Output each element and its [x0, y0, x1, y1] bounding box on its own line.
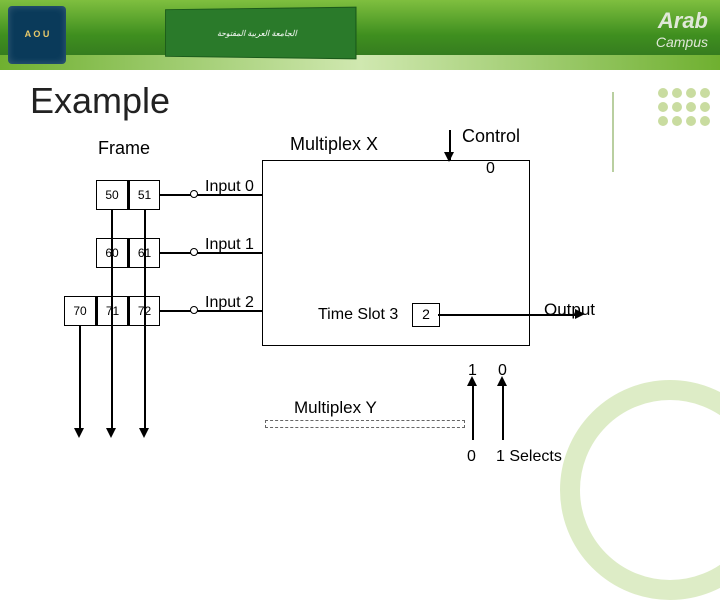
select-line-right [502, 382, 504, 440]
drop-line-0 [144, 210, 146, 434]
input0-junction [190, 190, 198, 198]
select-arrow-right [497, 376, 507, 386]
label-input0: Input 0 [205, 178, 254, 196]
input1-junction [190, 248, 198, 256]
label-control: Control [462, 126, 520, 147]
time-slot-box: 2 [412, 303, 440, 327]
page-title: Example [30, 80, 170, 122]
select-line-left [472, 382, 474, 440]
label-output: Output [544, 300, 595, 320]
label-time-slot: Time Slot 3 [318, 306, 398, 324]
logo-text: A O U [25, 30, 50, 40]
brand-line2: Campus [656, 34, 708, 50]
header-stripe [0, 55, 720, 70]
frame-cell: 51 [128, 180, 160, 210]
flag-text: الجامعة العربية المفتوحة [217, 28, 297, 37]
label-multiplex-x: Multiplex X [290, 134, 378, 155]
value-sel0: 0 [467, 448, 476, 466]
label-selects: 1 Selects [496, 448, 562, 466]
input2-junction [190, 306, 198, 314]
brand-line1: Arab [658, 8, 708, 34]
label-frame: Frame [98, 138, 150, 159]
multiplex-y-box [265, 420, 465, 428]
flag-graphic: الجامعة العربية المفتوحة [165, 7, 356, 60]
frame-cell: 50 [96, 180, 128, 210]
drop-line-0b [111, 210, 113, 434]
drop-arrow-0 [139, 428, 149, 438]
decorative-dots [658, 88, 710, 126]
time-slot-value: 2 [422, 306, 430, 322]
label-input1: Input 1 [205, 236, 254, 254]
drop-arrow-2 [74, 428, 84, 438]
decorative-line [612, 92, 614, 172]
drop-line-2 [79, 326, 81, 434]
label-multiplex-y: Multiplex Y [294, 398, 377, 418]
select-arrow-left [467, 376, 477, 386]
frame-row-0: 50 51 [96, 180, 160, 210]
label-input2: Input 2 [205, 294, 254, 312]
logo-aou: A O U [8, 6, 66, 64]
frame-row-1: 60 61 [96, 238, 160, 268]
decorative-arc [560, 380, 720, 600]
frame-cell: 70 [64, 296, 96, 326]
drop-arrow-0b [106, 428, 116, 438]
